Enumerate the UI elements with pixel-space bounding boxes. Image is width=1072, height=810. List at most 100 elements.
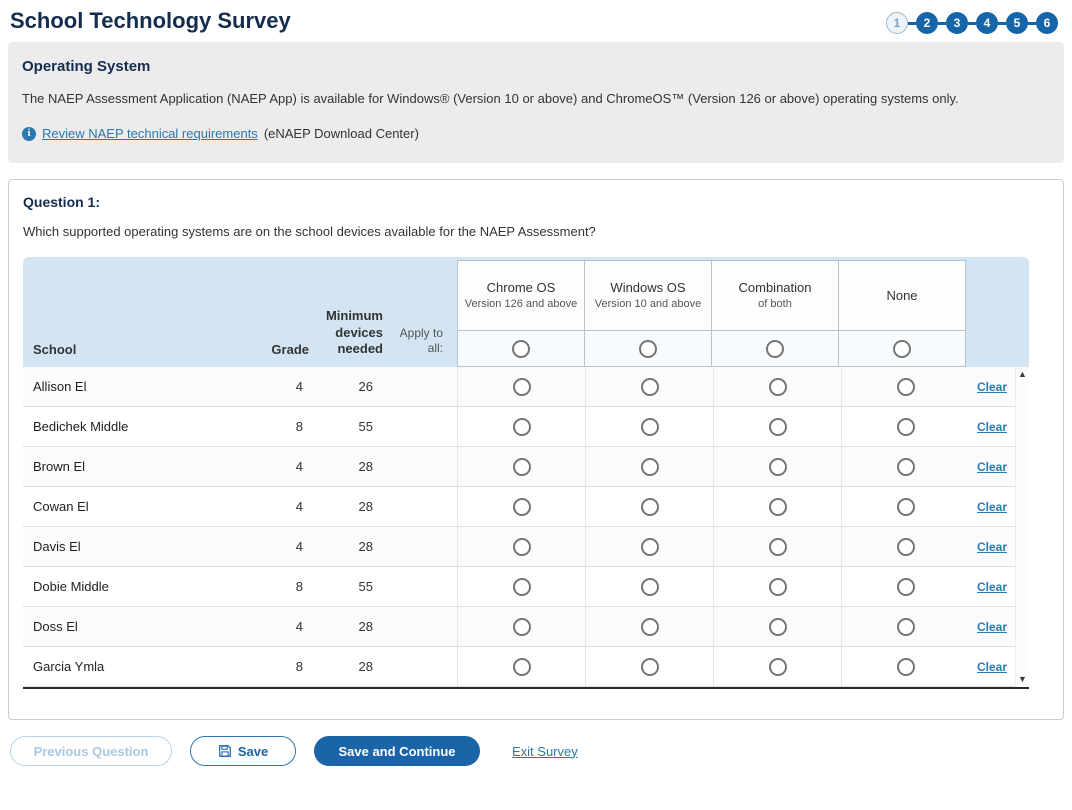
option-column-combination: Combination of both: [711, 257, 839, 367]
operating-system-panel: Operating System The NAEP Assessment App…: [8, 42, 1064, 163]
step-1[interactable]: 1: [886, 12, 908, 34]
chrome-os-radio[interactable]: [513, 618, 531, 636]
table-row: Garcia Ymla 8 28 Clear: [23, 647, 1015, 687]
clear-link[interactable]: Clear: [977, 500, 1007, 514]
chrome-os-radio[interactable]: [513, 458, 531, 476]
combination-radio[interactable]: [769, 658, 787, 676]
windows-os-radio[interactable]: [641, 498, 659, 516]
none-radio[interactable]: [897, 538, 915, 556]
combination-radio[interactable]: [769, 618, 787, 636]
none-radio[interactable]: [897, 458, 915, 476]
none-radio[interactable]: [897, 618, 915, 636]
clear-link[interactable]: Clear: [977, 380, 1007, 394]
apply-all-chrome-radio[interactable]: [512, 340, 530, 358]
chrome-os-radio[interactable]: [513, 578, 531, 596]
save-and-continue-button[interactable]: Save and Continue: [314, 736, 480, 766]
link-suffix-text: (eNAEP Download Center): [264, 126, 419, 141]
none-radio[interactable]: [897, 418, 915, 436]
none-radio[interactable]: [897, 578, 915, 596]
top-bar: School Technology Survey 1 2 3 4 5 6: [0, 0, 1072, 38]
save-button-label: Save: [238, 744, 268, 759]
apply-spacer: [395, 367, 457, 406]
chrome-os-header: Chrome OS Version 126 and above: [457, 260, 585, 331]
page-title: School Technology Survey: [10, 8, 291, 34]
none-cell: [841, 607, 969, 646]
none-cell: [841, 367, 969, 406]
panel-body-text: The NAEP Assessment Application (NAEP Ap…: [22, 91, 1050, 106]
header-spacer: [966, 257, 1026, 367]
windows-os-radio[interactable]: [641, 378, 659, 396]
clear-link[interactable]: Clear: [977, 660, 1007, 674]
windows-os-cell: [585, 367, 713, 406]
none-radio[interactable]: [897, 378, 915, 396]
combination-radio[interactable]: [769, 378, 787, 396]
combination-radio[interactable]: [769, 418, 787, 436]
apply-spacer: [395, 607, 457, 646]
clear-link[interactable]: Clear: [977, 420, 1007, 434]
step-connector: [938, 22, 946, 25]
clear-link[interactable]: Clear: [977, 540, 1007, 554]
step-5[interactable]: 5: [1006, 12, 1028, 34]
none-radio[interactable]: [897, 658, 915, 676]
windows-os-radio[interactable]: [641, 458, 659, 476]
table-scroll-area: Allison El 4 26 Clear Bedichek Middle 8 …: [23, 367, 1029, 689]
school-name: Dobie Middle: [23, 567, 255, 606]
windows-os-radio[interactable]: [641, 418, 659, 436]
none-cell: [841, 527, 969, 566]
apply-all-none-radio[interactable]: [893, 340, 911, 358]
windows-os-radio[interactable]: [641, 658, 659, 676]
panel-heading: Operating System: [22, 58, 1050, 75]
chrome-os-radio[interactable]: [513, 498, 531, 516]
apply-all-none-cell: [838, 331, 966, 367]
combination-radio[interactable]: [769, 498, 787, 516]
chrome-os-radio[interactable]: [513, 378, 531, 396]
windows-os-cell: [585, 527, 713, 566]
apply-all-combination-radio[interactable]: [766, 340, 784, 358]
windows-os-radio[interactable]: [641, 538, 659, 556]
step-2[interactable]: 2: [916, 12, 938, 34]
grade-value: 4: [255, 607, 313, 646]
windows-os-cell: [585, 567, 713, 606]
combination-radio[interactable]: [769, 538, 787, 556]
exit-survey-link[interactable]: Exit Survey: [512, 744, 578, 759]
school-name: Brown El: [23, 447, 255, 486]
clear-link[interactable]: Clear: [977, 580, 1007, 594]
apply-all-combination-cell: [711, 331, 839, 367]
step-connector: [1028, 22, 1036, 25]
scroll-down-icon[interactable]: ▼: [1018, 675, 1027, 684]
step-4[interactable]: 4: [976, 12, 998, 34]
grade-value: 8: [255, 567, 313, 606]
chrome-os-cell: [457, 607, 585, 646]
chrome-os-cell: [457, 367, 585, 406]
chrome-os-radio[interactable]: [513, 538, 531, 556]
windows-os-radio[interactable]: [641, 578, 659, 596]
windows-os-radio[interactable]: [641, 618, 659, 636]
table-row: Bedichek Middle 8 55 Clear: [23, 407, 1015, 447]
step-6[interactable]: 6: [1036, 12, 1058, 34]
chrome-os-radio[interactable]: [513, 418, 531, 436]
combination-radio[interactable]: [769, 458, 787, 476]
apply-spacer: [395, 647, 457, 686]
technical-requirements-link[interactable]: Review NAEP technical requirements: [42, 126, 258, 141]
combination-radio[interactable]: [769, 578, 787, 596]
none-radio[interactable]: [897, 498, 915, 516]
grade-value: 4: [255, 367, 313, 406]
chrome-os-radio[interactable]: [513, 658, 531, 676]
chrome-os-cell: [457, 647, 585, 686]
scroll-up-icon[interactable]: ▲: [1018, 370, 1027, 379]
previous-question-button[interactable]: Previous Question: [10, 736, 172, 766]
clear-link[interactable]: Clear: [977, 620, 1007, 634]
apply-all-windows-radio[interactable]: [639, 340, 657, 358]
table-scrollbar[interactable]: ▲ ▼: [1015, 367, 1029, 687]
save-button[interactable]: Save: [190, 736, 296, 766]
clear-cell: Clear: [969, 487, 1015, 526]
table-row: Davis El 4 28 Clear: [23, 527, 1015, 567]
grade-value: 8: [255, 647, 313, 686]
school-name: Allison El: [23, 367, 255, 406]
devices-value: 28: [313, 607, 395, 646]
table-row: Doss El 4 28 Clear: [23, 607, 1015, 647]
footer-actions: Previous Question Save Save and Continue…: [10, 736, 1062, 766]
clear-link[interactable]: Clear: [977, 460, 1007, 474]
step-connector: [968, 22, 976, 25]
step-3[interactable]: 3: [946, 12, 968, 34]
